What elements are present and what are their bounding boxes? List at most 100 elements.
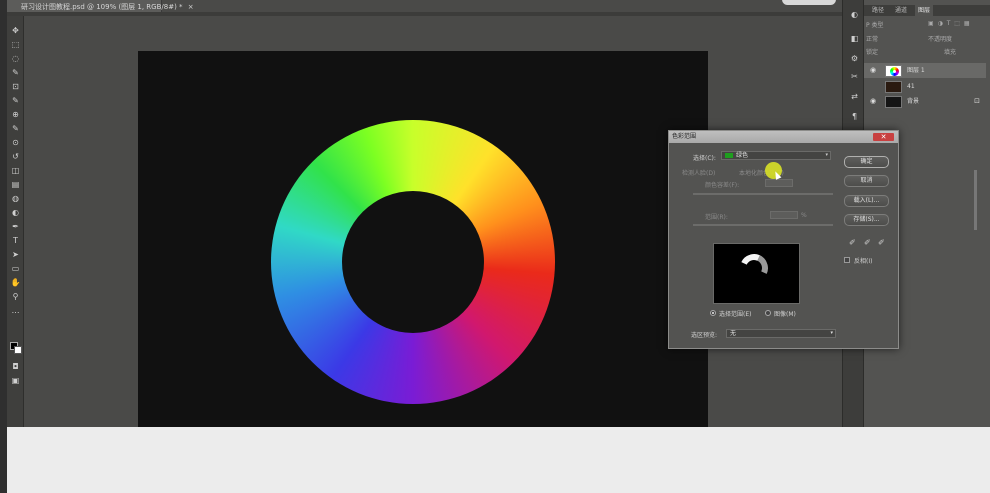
select-value: 绿色: [736, 152, 749, 159]
tab-channels[interactable]: 通道: [892, 5, 910, 16]
load-button[interactable]: 载入(L)...: [844, 195, 889, 207]
eraser-icon[interactable]: ◫: [10, 166, 21, 175]
color-wheel-center: [342, 191, 484, 333]
select-dropdown[interactable]: 绿色 ▾: [721, 151, 831, 160]
panel-tabs: 路径 通道 图层: [864, 5, 990, 16]
fuzziness-input[interactable]: [765, 179, 793, 187]
fuzziness-label: 颜色容差(F):: [705, 182, 740, 189]
green-color-swatch: [725, 153, 733, 158]
swap-panel-icon[interactable]: ⇄: [849, 92, 860, 101]
range-label: 范围(R):: [705, 214, 728, 221]
move-icon[interactable]: ✥: [10, 26, 21, 35]
layer-filter-icons[interactable]: ▣ ◑ T ⬚ ▦: [928, 20, 971, 27]
selection-radio-label: 选择范围(E): [719, 311, 752, 318]
range-input[interactable]: [770, 211, 798, 219]
blur-icon[interactable]: ◍: [10, 194, 21, 203]
selection-preview-image: [713, 243, 800, 304]
fill-label: 填充: [944, 49, 957, 56]
layer-thumbnail: [885, 81, 902, 93]
path-select-icon[interactable]: ➤: [10, 250, 21, 259]
selection-preview-label: 选区预览:: [691, 332, 718, 339]
rectangle-icon[interactable]: ▭: [10, 264, 21, 273]
properties-panel-icon[interactable]: ⚙: [849, 54, 860, 63]
selection-radio[interactable]: [710, 310, 716, 316]
dialog-close-button[interactable]: ✕: [873, 133, 894, 141]
layer-thumbnail: [885, 96, 902, 108]
quick-mask-icon[interactable]: ◘: [10, 362, 21, 371]
lasso-icon[interactable]: ◌: [10, 54, 21, 63]
zoom-icon[interactable]: ⚲: [10, 292, 21, 301]
detect-faces-checkbox-label[interactable]: 检测人脸(D): [682, 168, 715, 177]
layer-row-41[interactable]: 41: [864, 79, 986, 94]
preview-selected-arc: [736, 250, 772, 286]
visibility-eye-icon[interactable]: ◉: [870, 94, 876, 109]
tool-presets-icon[interactable]: ✂: [849, 72, 860, 81]
lock-label: 锁定: [866, 49, 879, 56]
crop-icon[interactable]: ⊡: [10, 82, 21, 91]
layer-row-background[interactable]: ◉ 背景 ⊡: [864, 94, 986, 109]
selection-preview-dropdown[interactable]: 无 ▾: [726, 329, 836, 338]
background-color-swatch[interactable]: [14, 346, 22, 354]
range-unit: %: [801, 212, 807, 219]
thumbnail-wheel: [890, 67, 899, 76]
document-tab[interactable]: 研习设计图教程.psd @ 109% (图层 1, RGB/8#) * ×: [7, 0, 194, 12]
document-canvas[interactable]: [138, 51, 708, 427]
subtract-from-sample-icon[interactable]: ✐: [878, 238, 885, 247]
eyedropper-icon[interactable]: ✐: [849, 238, 856, 247]
layer-filter-row[interactable]: P 类型 ▣ ◑ T ⬚ ▦: [866, 20, 988, 30]
window-left-edge: [0, 0, 7, 493]
hand-icon[interactable]: ✋: [10, 278, 21, 287]
document-tab-title: 研习设计图教程.psd @ 109% (图层 1, RGB/8#) *: [21, 3, 183, 11]
panel-scrollbar[interactable]: [974, 170, 977, 230]
screen-mode-icon[interactable]: ▣: [10, 376, 21, 385]
adjustments-panel-icon[interactable]: ◧: [849, 34, 860, 43]
visibility-eye-icon[interactable]: ◉: [870, 63, 876, 78]
chevron-down-icon: ▾: [830, 330, 833, 336]
type-icon[interactable]: T: [10, 236, 21, 245]
eyedropper-icon[interactable]: ✎: [10, 96, 21, 105]
lock-row: 锁定 填充: [866, 47, 988, 57]
dodge-icon[interactable]: ◐: [10, 208, 21, 217]
chevron-down-icon: ▾: [825, 152, 828, 158]
range-slider[interactable]: [693, 224, 833, 226]
paragraph-panel-icon[interactable]: ¶: [849, 112, 860, 121]
gradient-icon[interactable]: ▤: [10, 180, 21, 189]
fuzziness-slider[interactable]: [693, 193, 833, 195]
pen-icon[interactable]: ✒: [10, 222, 21, 231]
select-label: 选择(C):: [693, 155, 716, 162]
photoshop-window: 研习设计图教程.psd @ 109% (图层 1, RGB/8#) * × ✥ …: [7, 0, 990, 427]
tools-panel: ✥ ⬚ ◌ ✎ ⊡ ✎ ⊕ ✎ ⊙ ↺ ◫ ▤ ◍ ◐ ✒ T ➤ ▭ ✋ ⚲ …: [7, 16, 24, 427]
healing-icon[interactable]: ⊕: [10, 110, 21, 119]
clone-stamp-icon[interactable]: ⊙: [10, 138, 21, 147]
lock-icon: ⊡: [974, 97, 980, 105]
tab-layers[interactable]: 图层: [915, 5, 934, 16]
tab-paths[interactable]: 路径: [869, 5, 887, 16]
invert-label: 反相(I): [854, 258, 873, 265]
more-tools-icon[interactable]: ⋯: [10, 308, 21, 317]
layer-row-layer1[interactable]: ◉ 图层 1: [864, 63, 986, 78]
layer-thumbnail: [885, 65, 902, 77]
layer-name: 41: [907, 83, 915, 90]
color-wheel-ring: [271, 120, 555, 404]
color-range-dialog: 色彩范围 ✕ 选择(C): 绿色 ▾ 检测人脸(D) 本地化颜色簇(Z) 颜色容…: [668, 130, 899, 349]
color-panel-icon[interactable]: ◐: [849, 10, 860, 19]
save-button[interactable]: 存储(S)...: [844, 214, 889, 226]
ok-button[interactable]: 确定: [844, 156, 889, 168]
invert-checkbox[interactable]: [844, 257, 850, 263]
image-radio-label: 图像(M): [774, 311, 796, 318]
history-brush-icon[interactable]: ↺: [10, 152, 21, 161]
top-overlay-pill: [782, 0, 836, 5]
add-to-sample-icon[interactable]: ✐: [864, 238, 871, 247]
marquee-icon[interactable]: ⬚: [10, 40, 21, 49]
cancel-button[interactable]: 取消: [844, 175, 889, 187]
blend-mode-row[interactable]: 正常 不透明度: [866, 34, 988, 44]
dialog-title: 色彩范围: [672, 133, 697, 140]
image-radio[interactable]: [765, 310, 771, 316]
brush-icon[interactable]: ✎: [10, 124, 21, 133]
quick-select-icon[interactable]: ✎: [10, 68, 21, 77]
layer-filter-label: P 类型: [866, 22, 884, 29]
tab-close-icon[interactable]: ×: [188, 3, 194, 11]
dialog-title-bar[interactable]: 色彩范围 ✕: [669, 131, 898, 143]
blend-mode-select[interactable]: 正常: [866, 36, 878, 43]
selection-preview-value: 无: [730, 330, 737, 337]
